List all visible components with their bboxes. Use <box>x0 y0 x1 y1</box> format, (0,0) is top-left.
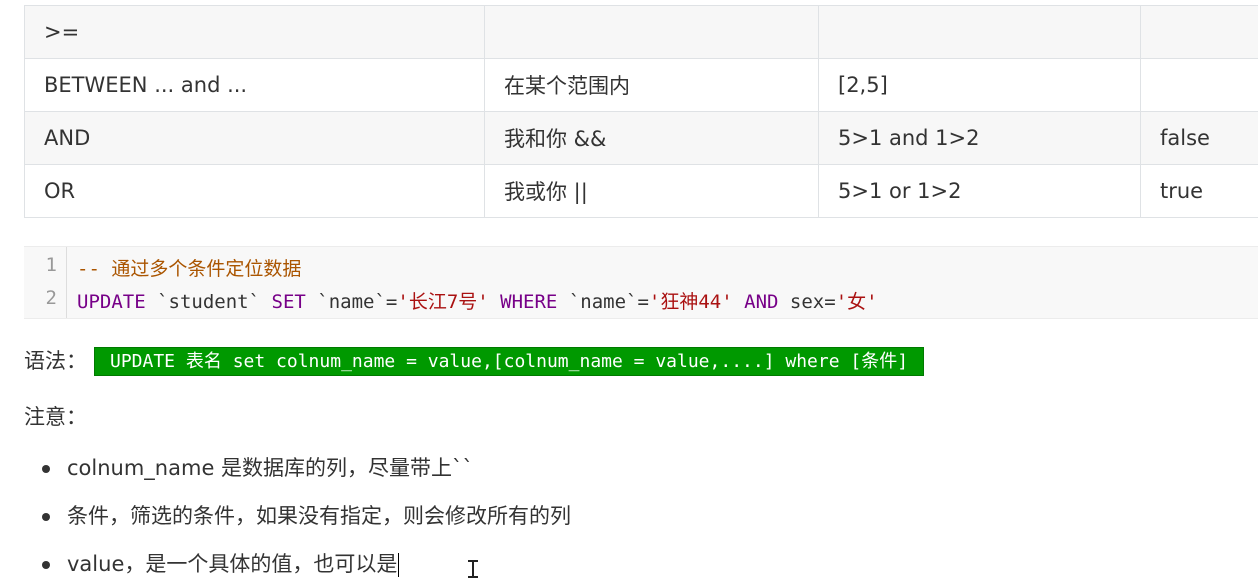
table-row: >= <box>24 5 1258 59</box>
table-cell: BETWEEN ... and ... <box>24 58 485 112</box>
code-identifier: `student` <box>157 291 261 313</box>
syntax-inline-code: UPDATE 表名 set colnum_name = value,[colnu… <box>94 347 925 376</box>
ibeam-cursor-icon <box>467 560 479 578</box>
table-cell <box>1140 5 1258 59</box>
code-keyword: UPDATE <box>77 291 146 313</box>
table-row: BETWEEN ... and ... 在某个范围内 [2,5] <box>24 58 1258 112</box>
list-item: colnum_name 是数据库的列，尽量带上`` <box>0 448 571 496</box>
code-string: '狂神44' <box>648 291 733 313</box>
code-keyword: WHERE <box>500 291 558 313</box>
code-block[interactable]: 1 2 -- 通过多个条件定位数据 UPDATE `student` SET `… <box>24 246 1258 319</box>
line-number-gutter: 1 2 <box>24 247 67 318</box>
table-cell: true <box>1140 164 1258 218</box>
table-cell: AND <box>24 111 485 165</box>
code-string: '长江7号' <box>397 291 489 313</box>
line-number: 2 <box>45 287 57 309</box>
code-identifier: `name` <box>317 291 386 313</box>
code-keyword: SET <box>271 291 306 313</box>
text-caret <box>398 553 400 577</box>
table-row: OR 我或你 || 5>1 or 1>2 true <box>24 164 1258 218</box>
table-cell: 在某个范围内 <box>484 58 819 112</box>
table-cell: >= <box>24 5 485 59</box>
table-cell: OR <box>24 164 485 218</box>
operators-table: >= BETWEEN ... and ... 在某个范围内 [2,5] AND … <box>24 5 1258 218</box>
code-keyword: AND <box>744 291 779 313</box>
table-cell: false <box>1140 111 1258 165</box>
notes-list: colnum_name 是数据库的列，尽量带上`` 条件，筛选的条件，如果没有指… <box>0 448 571 580</box>
table-cell: 我和你 && <box>484 111 819 165</box>
bullet-icon <box>42 465 50 473</box>
code-line-1: -- 通过多个条件定位数据 <box>77 254 301 281</box>
line-number: 1 <box>45 254 57 276</box>
code-operator: = <box>385 291 398 313</box>
bullet-icon <box>42 561 50 569</box>
list-item-text: 条件，筛选的条件，如果没有指定，则会修改所有的列 <box>67 504 571 528</box>
table-cell: [2,5] <box>818 58 1141 112</box>
syntax-label: 语法： <box>24 349 87 373</box>
list-item: 条件，筛选的条件，如果没有指定，则会修改所有的列 <box>0 496 571 544</box>
list-item[interactable]: value，是一个具体的值，也可以是 <box>0 544 571 580</box>
bullet-icon <box>42 513 50 521</box>
code-operator: = <box>824 291 836 313</box>
list-item-text: value，是一个具体的值，也可以是 <box>67 552 398 576</box>
document-page: >= BETWEEN ... and ... 在某个范围内 [2,5] AND … <box>0 0 1258 580</box>
table-cell <box>484 5 819 59</box>
table-row: AND 我和你 && 5>1 and 1>2 false <box>24 111 1258 165</box>
code-identifier: sex <box>789 291 825 313</box>
table-cell <box>1140 58 1258 112</box>
code-identifier: `name` <box>568 291 638 313</box>
code-line-2: UPDATE `student` SET `name`='长江7号' WHERE… <box>77 287 878 314</box>
code-operator: = <box>637 291 649 313</box>
table-cell: 5>1 and 1>2 <box>818 111 1141 165</box>
code-string: '女' <box>835 291 878 313</box>
note-label: 注意： <box>24 405 87 429</box>
table-cell: 5>1 or 1>2 <box>818 164 1141 218</box>
code-comment: -- 通过多个条件定位数据 <box>77 258 302 280</box>
table-cell: 我或你 || <box>484 164 819 218</box>
list-item-text: colnum_name 是数据库的列，尽量带上`` <box>67 456 474 480</box>
table-cell <box>818 5 1141 59</box>
